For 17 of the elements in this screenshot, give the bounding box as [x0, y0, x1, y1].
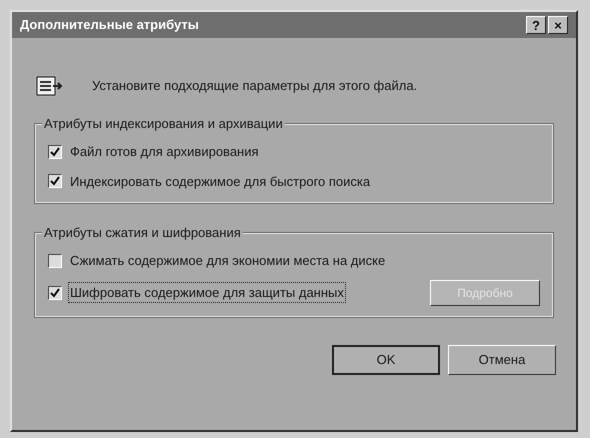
- checkbox[interactable]: [48, 144, 62, 159]
- cancel-button[interactable]: Отмена: [448, 344, 556, 374]
- checkbox-label[interactable]: Файл готов для архивирования: [68, 141, 261, 162]
- checkbox[interactable]: [48, 254, 62, 268]
- window-title: Дополнительные атрибуты: [20, 16, 200, 34]
- ok-button[interactable]: OK: [332, 344, 440, 374]
- checkbox-label[interactable]: Сжимать содержимое для экономии места на диске: [68, 250, 388, 272]
- group-title: Атрибуты сжатия и шифрования: [42, 225, 243, 241]
- checkbox[interactable]: [48, 286, 62, 300]
- checkbox-label[interactable]: Индексировать содержимое для быстрого поиска: [68, 170, 372, 192]
- checkbox-label[interactable]: Шифровать содержимое для защиты данных: [68, 282, 346, 304]
- document-settings-icon: [36, 74, 64, 98]
- intro-text: Установите подходящие параметры для этого файла.: [92, 77, 418, 96]
- checkbox[interactable]: [48, 174, 62, 188]
- group-title: Атрибуты индексирования и архивации: [42, 116, 285, 132]
- help-button[interactable]: ?: [526, 16, 546, 34]
- close-button[interactable]: ×: [548, 16, 568, 34]
